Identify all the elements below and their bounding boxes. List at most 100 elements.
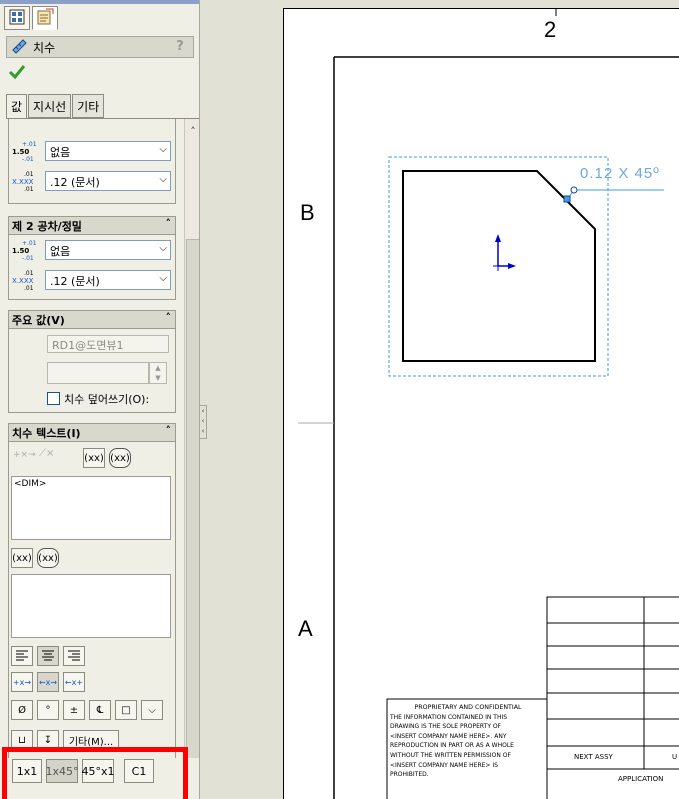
zone-letter-a: A [298, 616, 313, 641]
highlight-box [2, 747, 188, 799]
next-assy-label: NEXT ASSY [574, 753, 613, 761]
precision-select[interactable]: .12 (문서) ⌵ [45, 270, 171, 290]
proprietary-line: DRAWING IS THE SOLE PROPERTY OF [390, 723, 502, 731]
primary-value-group: 주요 값(V) ˄ RD1@도면뷰1 ▲ ▼ 치수 덮어쓰기(O): [8, 310, 176, 413]
panel-collapse-handle[interactable]: ‹ ‹ ‹ [199, 405, 207, 439]
group-header[interactable]: 제 2 공차/정밀 ˄ [9, 217, 175, 235]
tolerance-type-icon: +.01 1.50 -.01 [12, 140, 38, 163]
collapse-icon[interactable]: ˄ [166, 217, 172, 230]
tolerance-type-value: 없음 [50, 245, 71, 258]
tab-leaders[interactable]: 지시선 [28, 94, 72, 118]
chamfer-dimension-label[interactable]: 0.12 X 45º [580, 165, 660, 182]
svg-text:.01: .01 [24, 171, 34, 178]
precision-row: .01 X.XXX .01 .12 (문서) ⌵ [9, 265, 175, 295]
align-right-icon[interactable] [63, 646, 85, 666]
chevron-down-icon: ⌵ [159, 174, 167, 185]
svg-text:-.01: -.01 [22, 255, 34, 261]
property-manager-tab[interactable] [32, 6, 58, 30]
inspection-button-2[interactable]: (xx) [37, 548, 59, 568]
proprietary-line: WITHOUT THE WRITTEN PERMISSION OF [390, 751, 511, 759]
property-manager-title-bar: 치수 ? [6, 36, 194, 58]
panel-title: 치수 [33, 40, 56, 55]
dimension-value-field[interactable] [47, 362, 149, 384]
feature-tree-icon [9, 9, 25, 28]
zone-number-2: 2 [544, 17, 557, 42]
align-center-icon[interactable] [37, 646, 59, 666]
dimension-reference-field[interactable]: RD1@도면뷰1 [47, 335, 169, 353]
drawing-sheet: 2 B A 0.12 X 45º PROPRIETARY AND CONFIDE… [283, 8, 679, 799]
tolerance-type-select[interactable]: 없음 ⌵ [45, 240, 171, 260]
group-header[interactable]: 치수 텍스트(I) ˄ [9, 424, 175, 442]
text-position-right-icon[interactable]: ←x+ [63, 672, 85, 692]
property-manager-icon [36, 8, 54, 29]
parentheses-button[interactable]: (xx) [83, 448, 105, 468]
collapse-icon[interactable]: ˄ [166, 424, 172, 437]
feature-tree-tab[interactable] [4, 6, 30, 30]
precision-row: .01 X.XXX .01 .12 (문서) ⌵ [9, 166, 175, 196]
precision-select[interactable]: .12 (문서) ⌵ [45, 171, 171, 191]
svg-text:X.XXX: X.XXX [12, 277, 34, 285]
tolerance-type-value: 없음 [50, 146, 71, 159]
panel-tabs: 값 지시선 기타 [6, 94, 105, 119]
svg-text:+.01: +.01 [22, 141, 37, 148]
svg-text:.01: .01 [24, 285, 34, 291]
proprietary-line: PROHIBITED. [390, 771, 429, 779]
dim-text-field[interactable]: <DIM> [11, 476, 171, 540]
dim-text-below-field[interactable] [11, 574, 171, 638]
add-text-before-icon[interactable]: +×→ [13, 450, 36, 460]
add-angle-icon[interactable]: ⟋× [39, 448, 54, 459]
sheet-graphics [298, 9, 679, 799]
property-scroll-area: +.01 1.50 -.01 없음 ⌵ .01 X.XXX .01 .12 (문서) ⌵ [6, 118, 199, 758]
override-value-label: 치수 덮어쓰기(O): [64, 393, 150, 406]
inspection-button[interactable]: (xx) [109, 448, 131, 468]
countersink-symbol-button[interactable]: ⌵ [141, 700, 163, 720]
dimension-icon [11, 38, 27, 57]
proprietary-line: THE INFORMATION CONTAINED IN THIS [390, 713, 508, 721]
plus-minus-symbol-button[interactable]: ± [63, 700, 85, 720]
tolerance-type-icon: +.01 1.50 -.01 [12, 239, 38, 262]
chevron-down-icon: ⌵ [159, 273, 167, 284]
tolerance-precision-group: +.01 1.50 -.01 없음 ⌵ .01 X.XXX .01 .12 (문서) ⌵ [8, 119, 176, 204]
tab-other[interactable]: 기타 [72, 94, 105, 118]
proprietary-heading: PROPRIETARY AND CONFIDENTIAL [414, 704, 522, 711]
tolerance-type-row: +.01 1.50 -.01 없음 ⌵ [9, 235, 175, 265]
group-header[interactable]: 주요 값(V) ˄ [9, 311, 175, 329]
precision-value: .12 (문서) [50, 176, 100, 189]
square-symbol-button[interactable]: □ [115, 700, 137, 720]
tolerance-type-select[interactable]: 없음 ⌵ [45, 141, 171, 161]
align-left-icon[interactable] [11, 646, 33, 666]
group-title: 주요 값(V) [12, 313, 65, 327]
group-title: 치수 텍스트(I) [12, 426, 81, 440]
feature-manager-tabs [4, 6, 60, 32]
collapse-icon[interactable]: ˄ [166, 311, 172, 324]
zone-letter-b: B [300, 200, 315, 225]
proprietary-notice: PROPRIETARY AND CONFIDENTIAL THE INFORMA… [390, 703, 546, 780]
dimension-text-group: 치수 텍스트(I) ˄ +×→ ⟋× (xx) (xx) <DIM> (xx) … [8, 423, 176, 758]
tolerance-type-row: +.01 1.50 -.01 없음 ⌵ [9, 136, 175, 166]
scroll-up-icon[interactable]: ˄ [185, 125, 199, 141]
svg-text:.01: .01 [24, 270, 34, 277]
second-tolerance-group: 제 2 공차/정밀 ˄ +.01 1.50 -.01 없음 ⌵ .01 X.XXX .0… [8, 216, 176, 300]
centerline-symbol-button[interactable]: ℄ [89, 700, 111, 720]
text-position-left-icon[interactable]: +x→ [11, 672, 33, 692]
tab-value[interactable]: 값 [6, 94, 28, 119]
scroll-thumb[interactable] [186, 239, 199, 758]
window-top-strip [0, 0, 199, 4]
ok-check-icon[interactable] [8, 63, 26, 81]
proprietary-line: <INSERT COMPANY NAME HERE> IS [390, 761, 498, 769]
svg-text:+.01: +.01 [22, 240, 37, 247]
override-value-checkbox[interactable] [47, 392, 60, 405]
application-label: APPLICATION [618, 775, 664, 783]
property-manager-panel: 치수 ? 값 지시선 기타 +.01 1.50 -.01 없음 ⌵ .01 X.XXX… [0, 0, 200, 799]
help-icon[interactable]: ? [173, 39, 187, 55]
group-title: 제 2 공차/정밀 [12, 219, 82, 233]
chevron-down-icon: ⌵ [159, 243, 167, 254]
diameter-symbol-button[interactable]: Ø [11, 700, 33, 720]
text-position-center-icon[interactable]: ←x→ [37, 672, 59, 692]
proprietary-line: REPRODUCTION IN PART OR AS A WHOLE [390, 742, 514, 750]
degree-symbol-button[interactable]: ° [37, 700, 59, 720]
panel-scrollbar[interactable]: ˄ [184, 119, 199, 758]
parentheses-button-2[interactable]: (xx) [11, 548, 33, 568]
value-spinner[interactable]: ▲ ▼ [149, 362, 167, 384]
used-on-label: U [672, 753, 678, 761]
